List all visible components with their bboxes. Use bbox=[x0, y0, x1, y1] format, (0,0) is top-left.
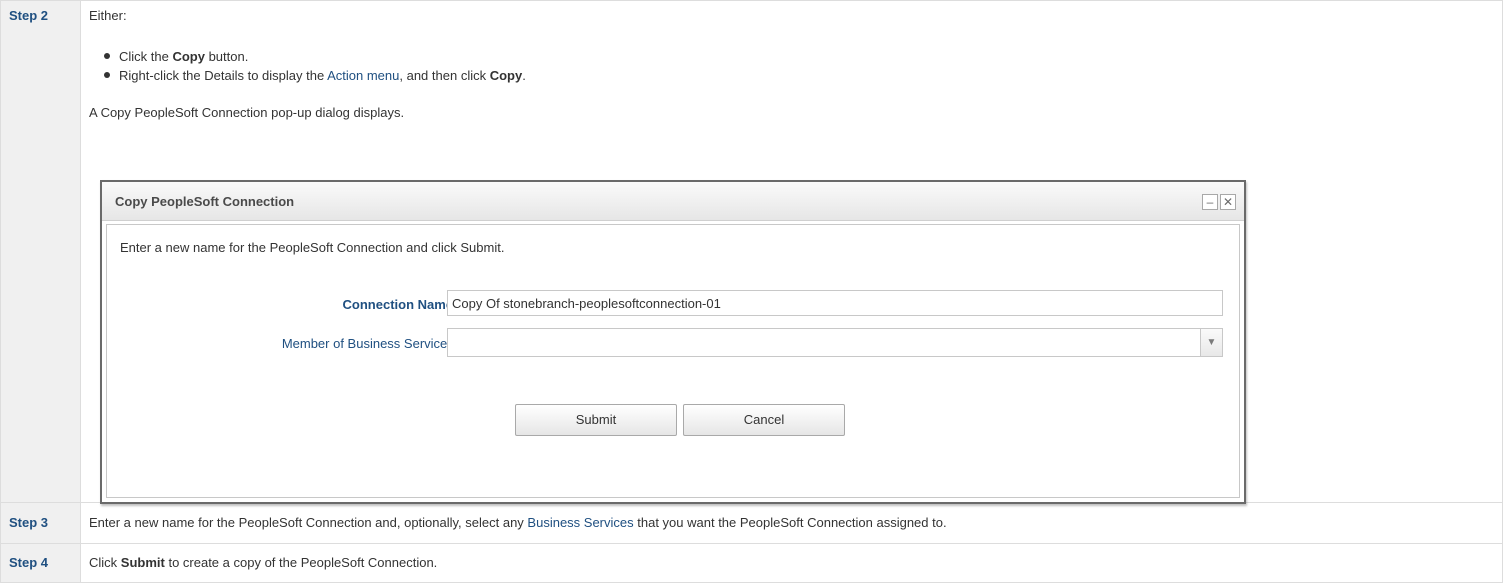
bullet-1-pre: Click the bbox=[119, 49, 173, 64]
list-item: Click the Copy button. bbox=[104, 47, 1502, 66]
copy-connection-dialog: Copy PeopleSoft Connection – ✕ Enter a n… bbox=[100, 180, 1246, 504]
minimize-icon[interactable]: – bbox=[1202, 194, 1218, 210]
dialog-titlebar[interactable]: Copy PeopleSoft Connection – ✕ bbox=[102, 182, 1244, 221]
step-2-result: A Copy PeopleSoft Connection pop-up dial… bbox=[89, 105, 405, 120]
step-label-3: Step 3 bbox=[0, 502, 81, 544]
bullet-2-pre: Right-click the Details to display the bbox=[119, 68, 328, 83]
bullet-1-bold: Copy bbox=[172, 49, 205, 64]
step-4-post: to create a copy of the PeopleSoft Conne… bbox=[164, 555, 438, 570]
step-3-post: that you want the PeopleSoft Connection … bbox=[633, 515, 947, 530]
connection-name-label: Connection Name : bbox=[342, 297, 461, 312]
submit-button[interactable]: Submit bbox=[515, 404, 677, 436]
member-business-services-select[interactable]: ▼ bbox=[447, 328, 1223, 357]
bullet-2-bold: Copy bbox=[489, 68, 523, 83]
step-row-3: Step 3 Enter a new name for the PeopleSo… bbox=[0, 502, 1503, 544]
step-row-4: Step 4 Click Submit to create a copy of … bbox=[0, 543, 1503, 583]
step-4-pre: Click bbox=[89, 555, 121, 570]
bullet-2-post: . bbox=[522, 68, 526, 83]
close-icon[interactable]: ✕ bbox=[1220, 194, 1236, 210]
step-body-4: Click Submit to create a copy of the Peo… bbox=[80, 543, 1503, 583]
connection-name-value: Copy Of stonebranch-peoplesoftconnection… bbox=[452, 296, 721, 311]
business-services-link[interactable]: Business Services bbox=[527, 515, 633, 530]
step-body-3: Enter a new name for the PeopleSoft Conn… bbox=[80, 502, 1503, 544]
chevron-down-icon[interactable]: ▼ bbox=[1200, 329, 1222, 356]
step-label-2: Step 2 bbox=[0, 0, 81, 503]
step-2-intro: Either: bbox=[89, 8, 127, 23]
action-menu-link[interactable]: Action menu bbox=[327, 68, 399, 83]
bullet-dot-icon bbox=[104, 53, 110, 59]
bullet-2-mid: , and then click bbox=[399, 68, 490, 83]
step-4-bold: Submit bbox=[120, 555, 165, 570]
cancel-button[interactable]: Cancel bbox=[683, 404, 845, 436]
step-2-bullets: Click the Copy button. Right-click the D… bbox=[89, 47, 1502, 85]
list-item: Right-click the Details to display the A… bbox=[104, 66, 1502, 85]
bullet-dot-icon bbox=[104, 72, 110, 78]
connection-name-input[interactable]: Copy Of stonebranch-peoplesoftconnection… bbox=[447, 290, 1223, 316]
dialog-title: Copy PeopleSoft Connection bbox=[115, 194, 295, 209]
dialog-content: Enter a new name for the PeopleSoft Conn… bbox=[106, 224, 1240, 498]
step-label-4: Step 4 bbox=[0, 543, 81, 583]
step-3-pre: Enter a new name for the PeopleSoft Conn… bbox=[89, 515, 528, 530]
member-business-services-label: Member of Business Services : bbox=[281, 336, 461, 351]
dialog-intro: Enter a new name for the PeopleSoft Conn… bbox=[120, 240, 505, 255]
bullet-1-post: button. bbox=[204, 49, 249, 64]
